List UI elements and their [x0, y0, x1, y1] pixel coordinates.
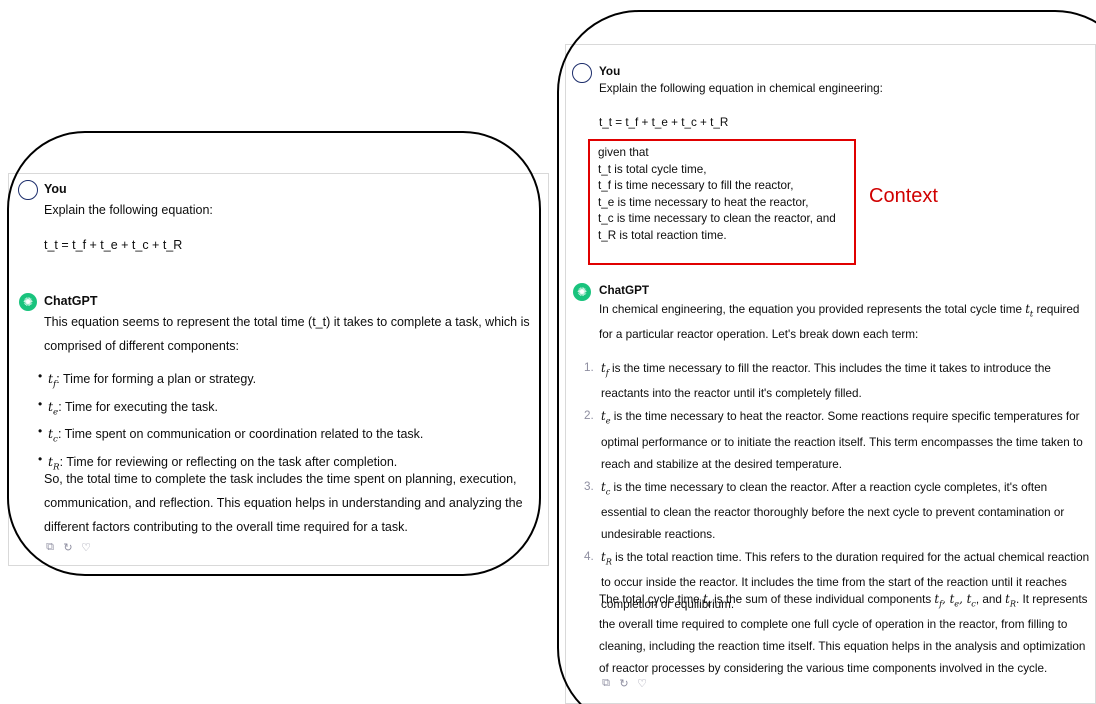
user-prompt: Explain the following equation:: [44, 203, 213, 217]
refresh-icon[interactable]: ↻: [62, 541, 74, 554]
context-label: Context: [869, 185, 938, 207]
message-actions: ⧉ ↻ ♡: [44, 541, 92, 554]
comparison-figure: You Explain the following equation: t_t …: [0, 0, 1096, 704]
list-item: 3. tc is the time necessary to clean the …: [584, 479, 1065, 541]
context-line: given that: [598, 146, 649, 159]
context-line: t_t is total cycle time,: [598, 162, 707, 176]
user-name: You: [44, 182, 67, 196]
bot-intro: This equation seems to represent the tot…: [44, 315, 530, 353]
bot-bullet-list: tf: Time for forming a plan or strategy.…: [38, 365, 423, 478]
user-prompt: Explain the following equation in chemic…: [599, 82, 883, 95]
thumbs-down-icon[interactable]: ♡: [636, 677, 648, 690]
chatgpt-logo-icon: ✺: [573, 283, 591, 301]
bot-summary: The total cycle time tt is the sum of th…: [599, 592, 1088, 676]
bot-numbered-list: 1. tf is the time necessary to fill the r…: [584, 357, 1094, 616]
thumbs-down-icon[interactable]: ♡: [80, 541, 92, 554]
bot-intro: In chemical engineering, the equation yo…: [599, 302, 1080, 342]
context-line: t_e is time necessary to heat the reacto…: [598, 195, 809, 209]
bot-name: ChatGPT: [599, 284, 649, 297]
list-item: 2. te is the time necessary to heat the r…: [584, 409, 1083, 471]
context-line: t_f is time necessary to fill the reacto…: [598, 179, 794, 192]
list-item: tc: Time spent on communication or coord…: [38, 420, 423, 451]
refresh-icon[interactable]: ↻: [618, 677, 630, 690]
list-item: tf: Time for forming a plan or strategy.: [38, 365, 423, 396]
context-line: t_c is time necessary to clean the react…: [598, 212, 836, 225]
context-text: given that t_t is total cycle time, t_f …: [598, 145, 836, 244]
list-item: 1. tf is the time necessary to fill the r…: [584, 361, 1051, 401]
bot-name: ChatGPT: [44, 294, 98, 308]
user-equation: t_t = t_f + t_e + t_c + t_R: [44, 238, 183, 252]
message-actions: ⧉ ↻ ♡: [600, 677, 648, 690]
list-item: te: Time for executing the task.: [38, 393, 423, 424]
user-avatar-icon: [572, 63, 592, 83]
clipboard-icon[interactable]: ⧉: [600, 677, 612, 690]
bot-summary: So, the total time to complete the task …: [44, 472, 523, 534]
user-avatar-icon: [18, 180, 38, 200]
chatgpt-logo-icon: ✺: [19, 293, 37, 311]
clipboard-icon[interactable]: ⧉: [44, 541, 56, 554]
context-line: t_R is total reaction time.: [598, 228, 727, 242]
user-name: You: [599, 65, 621, 78]
user-equation: t_t = t_f + t_e + t_c + t_R: [599, 116, 729, 129]
